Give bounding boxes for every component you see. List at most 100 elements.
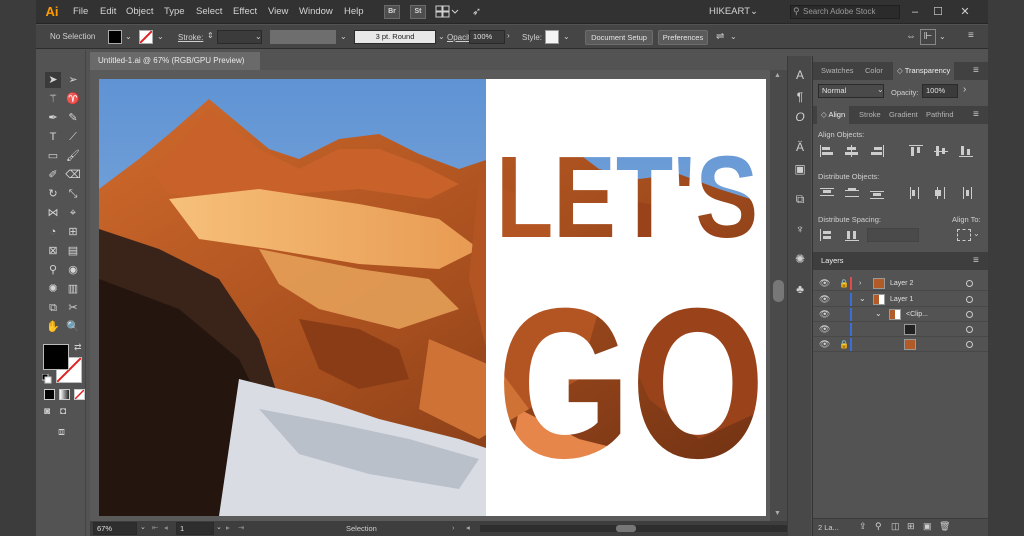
zoom-field[interactable]: 67% xyxy=(93,522,137,535)
chevron-down-icon[interactable]: ⌄ xyxy=(859,291,866,306)
target-circle-icon[interactable] xyxy=(966,311,973,318)
tab-swatches[interactable]: Swatches xyxy=(817,62,858,80)
chevron-down-icon[interactable]: ⌄ xyxy=(877,85,884,94)
tab-color[interactable]: Color xyxy=(861,62,887,80)
tab-gradient[interactable]: Gradient xyxy=(885,106,922,124)
selection-tool-icon[interactable]: ➤ xyxy=(45,72,61,88)
previous-artboard-icon[interactable]: ◂ xyxy=(164,523,168,532)
last-artboard-icon[interactable]: ⇥ xyxy=(238,523,244,532)
visibility-eye-icon[interactable]: 👁 xyxy=(819,337,830,352)
artboard-tool-icon[interactable]: ⧉ xyxy=(45,300,61,316)
distribute-vertical-center-icon[interactable] xyxy=(845,187,859,199)
chevron-down-icon[interactable]: ⌄ xyxy=(340,32,347,41)
fill-swatch[interactable] xyxy=(108,30,122,44)
vertical-distribute-space-icon[interactable] xyxy=(820,229,834,241)
layer-row[interactable]: 👁 🔒 › Layer 2 xyxy=(813,276,988,291)
align-to-selection-icon[interactable] xyxy=(957,229,971,241)
perspective-grid-tool-icon[interactable]: ⊞ xyxy=(65,224,81,240)
direct-selection-tool-icon[interactable]: ➢ xyxy=(65,72,81,88)
color-mode-icon[interactable] xyxy=(44,389,55,400)
free-transform-tool-icon[interactable]: ⌖ xyxy=(65,205,81,221)
swap-colors-icon[interactable]: ⇄ xyxy=(74,342,84,352)
spacing-field[interactable] xyxy=(867,228,919,242)
brush-definition[interactable]: 3 pt. Round xyxy=(354,30,436,44)
maximize-button[interactable]: ☐ xyxy=(927,4,949,20)
blend-mode-select[interactable]: Normal xyxy=(818,84,884,98)
layer-row[interactable]: 👁 xyxy=(813,322,988,337)
search-input[interactable]: Search Adobe Stock xyxy=(790,5,900,19)
transform-icon[interactable]: ⇔ xyxy=(906,31,916,42)
chevron-right-icon[interactable]: › xyxy=(452,523,455,532)
bridge-button[interactable]: Br xyxy=(384,5,400,19)
menu-object[interactable]: Object xyxy=(126,6,153,17)
chevron-down-icon[interactable]: ⌄ xyxy=(255,32,262,41)
menu-effect[interactable]: Effect xyxy=(233,6,257,17)
distribute-left-icon[interactable] xyxy=(909,187,923,199)
visibility-eye-icon[interactable]: 👁 xyxy=(819,322,830,337)
chevron-right-icon[interactable]: › xyxy=(963,84,966,95)
scale-tool-icon[interactable]: ⤡ xyxy=(65,186,81,202)
chevron-down-icon[interactable]: ⌄ xyxy=(939,32,946,41)
close-button[interactable]: ✕ xyxy=(954,4,976,20)
align-top-icon[interactable] xyxy=(909,145,923,157)
distribute-top-icon[interactable] xyxy=(820,187,834,199)
minimize-button[interactable]: – xyxy=(904,4,926,20)
align-vertical-center-icon[interactable] xyxy=(934,145,948,157)
layer-name[interactable]: Layer 2 xyxy=(890,276,913,291)
vertical-scrollbar[interactable]: ▲ ▼ xyxy=(770,70,787,521)
eyedropper-tool-icon[interactable]: ⚲ xyxy=(45,262,61,278)
panel-menu-icon[interactable]: ≡ xyxy=(973,255,979,266)
chevron-down-icon[interactable]: ⌄ xyxy=(216,523,222,531)
slice-tool-icon[interactable]: ✂ xyxy=(65,300,81,316)
symbols-icon[interactable]: ♣ xyxy=(791,280,809,298)
screen-mode-icon[interactable]: ⧈ xyxy=(58,426,74,439)
stepper-icon[interactable]: ⇕ xyxy=(207,31,214,40)
chevron-down-icon[interactable]: ⌄ xyxy=(730,32,737,41)
paragraph-icon[interactable]: ¶ xyxy=(791,88,809,106)
chevron-down-icon[interactable]: ⌄ xyxy=(125,32,132,41)
artboard[interactable]: LET'S GO xyxy=(99,79,766,516)
chevron-down-icon[interactable]: ⌄ xyxy=(563,32,570,41)
graphic-style-swatch[interactable] xyxy=(545,30,559,44)
gradient-mode-icon[interactable] xyxy=(59,389,70,400)
chevron-down-icon[interactable]: ⌄ xyxy=(438,32,445,41)
artboard-number-field[interactable]: 1 xyxy=(176,522,214,535)
draw-mode-icon[interactable]: ◘ xyxy=(60,406,74,417)
chevron-down-icon[interactable]: ⌄ xyxy=(973,229,980,238)
lasso-tool-icon[interactable]: ♈ xyxy=(65,91,81,107)
rectangle-tool-icon[interactable]: ▭ xyxy=(45,148,61,164)
eraser-tool-icon[interactable]: ⌫ xyxy=(65,167,81,183)
arrange-documents-icon[interactable] xyxy=(435,5,459,19)
document-setup-button[interactable]: Document Setup xyxy=(585,30,653,45)
puppet-icon[interactable]: ♆ xyxy=(791,220,809,238)
target-circle-icon[interactable] xyxy=(966,280,973,287)
menu-view[interactable]: View xyxy=(268,6,288,17)
brushes-icon[interactable]: ✺ xyxy=(791,250,809,268)
variable-width-profile[interactable] xyxy=(270,30,336,44)
scroll-thumb[interactable] xyxy=(773,280,784,302)
align-panel-icon[interactable]: ⊩ xyxy=(920,29,936,45)
symbol-sprayer-tool-icon[interactable]: ✺ xyxy=(45,281,61,297)
tab-stroke[interactable]: Stroke xyxy=(855,106,885,124)
mesh-tool-icon[interactable]: ⊠ xyxy=(45,243,61,259)
layer-row[interactable]: 👁 ⌄ Layer 1 xyxy=(813,292,988,307)
tab-transparency[interactable]: ◇ Transparency xyxy=(893,62,955,80)
distribute-bottom-icon[interactable] xyxy=(870,187,884,199)
layer-name[interactable]: Layer 1 xyxy=(890,292,913,307)
first-artboard-icon[interactable]: ⇤ xyxy=(152,523,158,532)
none-mode-icon[interactable] xyxy=(74,389,85,400)
chevron-down-icon[interactable]: ⌄ xyxy=(140,523,146,531)
visibility-eye-icon[interactable]: 👁 xyxy=(819,276,830,291)
type-tool-icon[interactable]: T xyxy=(45,129,61,145)
align-right-icon[interactable] xyxy=(870,145,884,157)
gpu-rocket-icon[interactable]: ➶ xyxy=(472,5,486,19)
chevron-down-icon[interactable]: ⌄ xyxy=(157,32,164,41)
locate-object-icon[interactable]: ⚲ xyxy=(875,521,882,532)
canvas-area[interactable]: LET'S GO xyxy=(90,70,789,521)
layer-row[interactable]: 👁 ⌄ <Clip... xyxy=(813,307,988,322)
visibility-eye-icon[interactable]: 👁 xyxy=(819,307,830,322)
target-circle-icon[interactable] xyxy=(966,326,973,333)
default-colors-icon[interactable] xyxy=(41,373,52,384)
opacity-field[interactable]: 100% xyxy=(469,30,505,44)
distribute-horizontal-center-icon[interactable] xyxy=(934,187,948,199)
